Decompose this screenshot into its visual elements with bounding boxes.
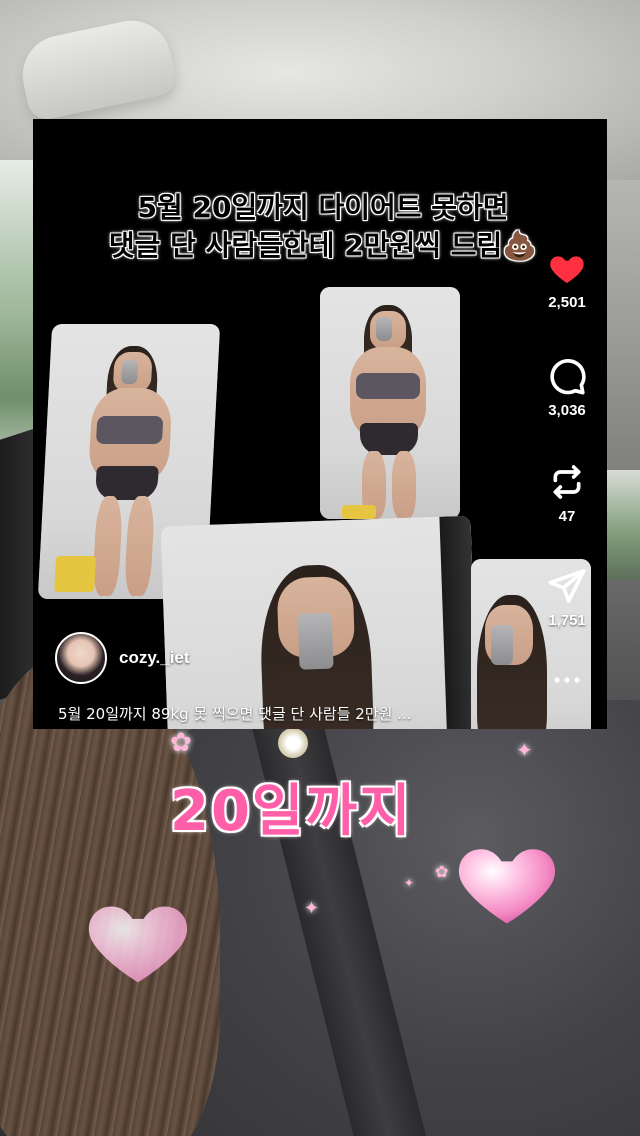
sparkle-sticker-2: ✦ [516, 738, 533, 762]
more-icon[interactable] [551, 668, 583, 692]
repost-button[interactable]: 47 [535, 462, 599, 525]
heart-icon[interactable] [547, 248, 587, 288]
body-photo-right [320, 287, 460, 519]
avatar[interactable] [55, 632, 107, 684]
overlay-caption: 20일까지 [170, 779, 413, 844]
comment-button[interactable]: 3,036 [535, 356, 599, 419]
reel-title-line-1: 5월 20일까지 다이어트 못하면 [137, 191, 509, 224]
reel-author[interactable]: cozy._iet [55, 631, 190, 685]
repost-icon[interactable] [547, 462, 587, 502]
reel-caption[interactable]: 5월 20일까지 89kg 못 찍으면 댓글 단 사람들 2만원 ... [58, 703, 528, 724]
share-count: 1,751 [548, 612, 586, 629]
more-button[interactable] [535, 668, 599, 692]
send-icon[interactable] [547, 566, 587, 606]
like-button[interactable]: 2,501 [535, 248, 599, 311]
closeup-photo-center [160, 515, 480, 729]
like-count: 2,501 [548, 294, 586, 311]
sparkle-sticker-1: ✿ [170, 728, 192, 758]
comment-count: 3,036 [548, 402, 586, 419]
sparkle-sticker-5: ✦ [404, 876, 415, 890]
heart-sticker-left [82, 895, 194, 987]
sparkle-sticker-4: ✿ [435, 862, 449, 881]
reel-title-line-2: 댓글 단 사람들한테 2만원씩 드림💩 [108, 229, 538, 262]
share-button[interactable]: 1,751 [535, 566, 599, 629]
car-window-right [606, 470, 640, 580]
heart-sticker-right [452, 838, 562, 928]
reel-title: 5월 20일까지 다이어트 못하면 댓글 단 사람들한테 2만원씩 드림💩 [53, 189, 593, 265]
repost-count: 47 [558, 508, 576, 525]
comment-icon[interactable] [547, 356, 587, 396]
necklace-pendant [278, 728, 308, 758]
author-username[interactable]: cozy._iet [119, 648, 190, 668]
sparkle-sticker-3: ✦ [304, 898, 320, 919]
video-frame: 5월 20일까지 다이어트 못하면 댓글 단 사람들한테 2만원씩 드림💩 co… [0, 0, 640, 1136]
